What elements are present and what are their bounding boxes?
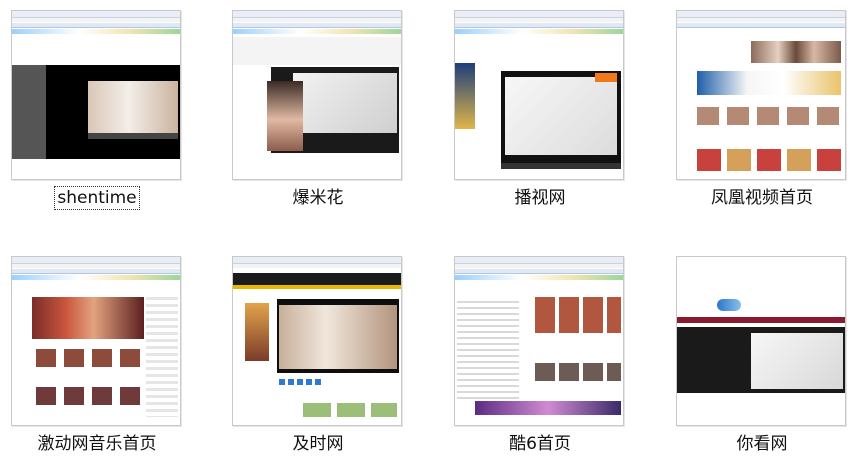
- thumbnail[interactable]: [676, 10, 846, 180]
- browser-titlebar: [233, 257, 401, 264]
- side-list: [146, 297, 178, 417]
- browser-address-bar: [677, 23, 845, 28]
- banner: [697, 71, 841, 95]
- logo-badge: [595, 73, 617, 82]
- tile-label: 及时网: [292, 434, 344, 454]
- news-list: [457, 301, 519, 401]
- thumb-grid-1: [697, 107, 841, 125]
- browser-menubar: [677, 18, 845, 22]
- tile-label: 激动网音乐首页: [37, 434, 157, 454]
- video-control-bar: [501, 163, 621, 169]
- video-frame: [293, 73, 397, 133]
- video-frame: [279, 305, 397, 369]
- browser-titlebar: [233, 11, 401, 18]
- browser-titlebar: [12, 11, 180, 18]
- logo: [717, 299, 741, 311]
- thumbnail[interactable]: [11, 10, 181, 180]
- thumbnail[interactable]: [232, 10, 402, 180]
- hero-banner: [32, 297, 144, 339]
- header-accent: [233, 285, 401, 289]
- browser-titlebar: [677, 11, 845, 18]
- tile-label: shentime: [54, 186, 140, 210]
- thumb-row: [751, 41, 841, 63]
- video-frame: [88, 81, 178, 133]
- browser-titlebar: [455, 257, 623, 264]
- browser-address-bar: [455, 269, 623, 274]
- browser-tab-strip: [233, 29, 401, 34]
- side-thumb: [245, 303, 269, 361]
- video-frame: [751, 333, 843, 389]
- thumbnail[interactable]: [232, 256, 402, 426]
- side-banner: [455, 63, 475, 129]
- browser-menubar: [233, 264, 401, 268]
- promo-strip: [475, 401, 621, 415]
- thumb-grid-1: [36, 349, 140, 367]
- thumbnail[interactable]: [454, 256, 624, 426]
- nav-bar: [677, 317, 845, 323]
- tile-label: 你看网: [736, 434, 788, 454]
- thumb-grid-2: [535, 363, 621, 381]
- browser-menubar: [455, 264, 623, 268]
- thumbnail[interactable]: [454, 10, 624, 180]
- browser-address-bar: [455, 23, 623, 28]
- browser-tab-strip: [455, 275, 623, 280]
- browser-tab-strip: [12, 29, 180, 34]
- browser-menubar: [233, 18, 401, 22]
- video-frame: [505, 77, 617, 155]
- tile-label: 酷6首页: [509, 434, 571, 454]
- browser-titlebar: [455, 11, 623, 18]
- promo-photo: [267, 81, 303, 151]
- thumb-grid-1: [535, 297, 621, 333]
- browser-menubar: [12, 264, 180, 268]
- thumbnail[interactable]: [676, 256, 846, 426]
- thumb-grid-2: [697, 149, 841, 171]
- browser-tab-strip: [455, 29, 623, 34]
- browser-address-bar: [233, 23, 401, 28]
- related-thumbs: [303, 403, 397, 417]
- browser-menubar: [455, 18, 623, 22]
- browser-address-bar: [12, 23, 180, 28]
- browser-address-bar: [12, 269, 180, 274]
- tile-label: 播视网: [514, 188, 566, 208]
- left-dark-panel: [12, 65, 46, 159]
- thumb-grid-2: [36, 387, 140, 405]
- video-control-bar: [88, 133, 178, 139]
- browser-titlebar: [12, 257, 180, 264]
- browser-tab-strip: [12, 275, 180, 280]
- page-header: [677, 257, 845, 293]
- button-row: [279, 379, 323, 385]
- tile-label: 凤凰视频首页: [711, 188, 813, 208]
- thumbnail[interactable]: [11, 256, 181, 426]
- tile-label: 爆米花: [292, 188, 344, 208]
- browser-menubar: [12, 18, 180, 22]
- page-header: [12, 37, 180, 65]
- page-header: [233, 37, 401, 65]
